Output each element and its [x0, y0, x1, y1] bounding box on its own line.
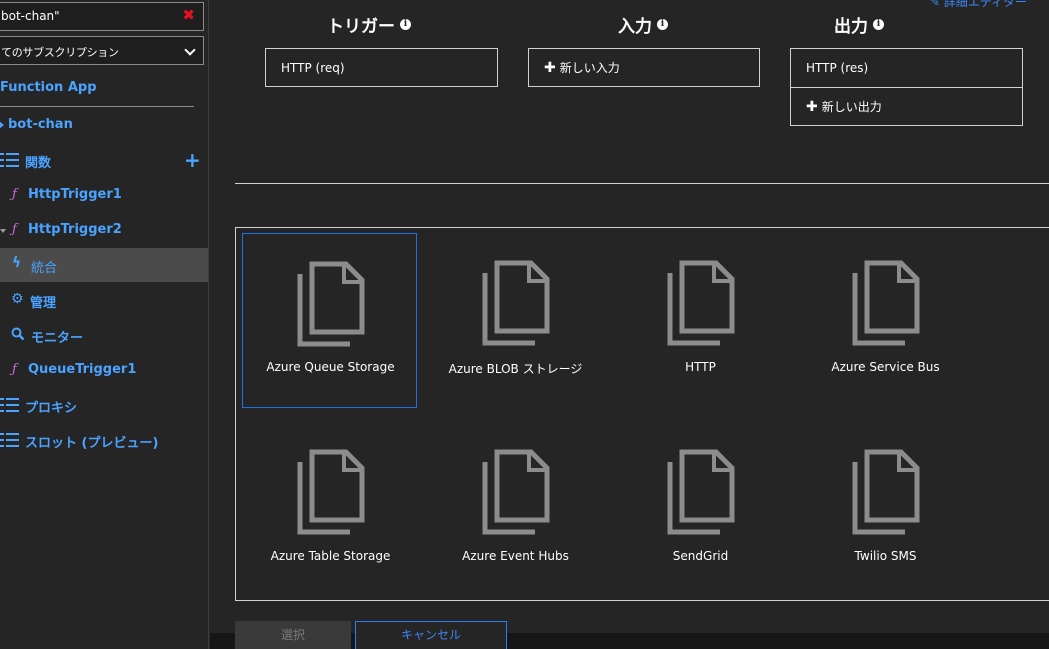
template-label: SendGrid: [672, 549, 729, 563]
new-input-button[interactable]: ✚ 新しい入力: [528, 48, 760, 87]
collapse-arrow-icon[interactable]: [0, 229, 6, 233]
function-icon: ƒ: [12, 222, 17, 237]
trigger-http-req[interactable]: HTTP (req): [265, 48, 498, 87]
sidebar-item-bot-chan[interactable]: bot-chan: [0, 108, 208, 142]
search-icon: [11, 327, 25, 345]
input-header: 入力 i: [618, 12, 668, 37]
plus-icon: ✚: [806, 98, 818, 115]
info-icon[interactable]: i: [657, 19, 668, 30]
template-label: Twilio SMS: [854, 549, 917, 563]
document-icon: [482, 260, 550, 346]
sidebar-item-label: HttpTrigger1: [28, 187, 122, 202]
document-icon: [667, 449, 735, 535]
sidebar-item-queuetrigger1[interactable]: ƒ QueueTrigger1: [0, 353, 208, 387]
info-icon[interactable]: i: [873, 19, 884, 30]
template-grid: Azure Queue Storage Azure BLOB ストレージ HTT…: [235, 227, 1049, 601]
document-icon: [852, 449, 920, 535]
trigger-header: トリガー i: [327, 12, 411, 37]
sidebar-item-manage[interactable]: ⚙ 管理: [0, 283, 208, 317]
output-header: 出力 i: [834, 12, 884, 37]
clear-search-icon[interactable]: ✖: [182, 6, 195, 24]
plus-icon: ✚: [544, 59, 556, 76]
trigger-title: トリガー: [327, 17, 395, 37]
new-output-button[interactable]: ✚ 新しい出力: [790, 87, 1023, 126]
list-icon: [0, 153, 19, 167]
sidebar-item-functions[interactable]: 関数 +: [0, 143, 208, 177]
new-output-label: 新しい出力: [821, 100, 882, 114]
cancel-button[interactable]: キャンセル: [355, 621, 507, 649]
list-icon: [0, 433, 19, 447]
template-label: Azure Event Hubs: [462, 549, 569, 563]
trigger-item-label: HTTP (req): [281, 60, 345, 75]
template-label: Azure Table Storage: [270, 549, 391, 563]
chevron-down-icon: [184, 44, 196, 56]
sidebar-item-integrate[interactable]: ϟ 統合: [0, 248, 208, 282]
divider: [0, 106, 194, 107]
document-icon: [852, 260, 920, 346]
lightning-icon: ϟ: [12, 255, 22, 271]
divider: [235, 183, 1049, 184]
output-title: 出力: [834, 17, 868, 37]
sidebar-item-monitor[interactable]: モニター: [0, 318, 208, 352]
search-input-value: bot-chan": [1, 9, 60, 23]
template-label: Azure Queue Storage: [266, 360, 395, 374]
template-azure-blob-storage[interactable]: Azure BLOB ストレージ: [428, 233, 603, 408]
new-input-label: 新しい入力: [559, 61, 620, 75]
template-twilio-sms[interactable]: Twilio SMS: [798, 422, 973, 597]
template-azure-queue-storage[interactable]: Azure Queue Storage: [242, 233, 417, 408]
template-label: Azure BLOB ストレージ: [448, 362, 583, 376]
sidebar-item-label: 管理: [30, 296, 57, 311]
advanced-editor-link[interactable]: ✎ 詳細エディター: [930, 0, 1027, 10]
template-http[interactable]: HTTP: [613, 233, 788, 408]
template-azure-table-storage[interactable]: Azure Table Storage: [243, 422, 418, 597]
sidebar-item-label: HttpTrigger2: [28, 222, 122, 237]
output-http-res[interactable]: HTTP (res): [790, 48, 1023, 88]
sidebar-item-label: bot-chan: [8, 117, 73, 132]
sidebar-item-slots[interactable]: スロット (プレビュー): [0, 423, 208, 457]
subscription-select-value: てのサブスクリプション: [1, 46, 119, 59]
sidebar: bot-chan" ✖ てのサブスクリプション Function App bot…: [0, 0, 209, 649]
integrate-panel: ✎ 詳細エディター トリガー i HTTP (req) 入力 i ✚ 新しい入力…: [210, 0, 1049, 649]
template-azure-service-bus[interactable]: Azure Service Bus: [798, 233, 973, 408]
template-label: Azure Service Bus: [831, 360, 940, 374]
add-function-icon[interactable]: +: [184, 148, 201, 172]
template-azure-event-hubs[interactable]: Azure Event Hubs: [428, 422, 603, 597]
input-title: 入力: [618, 17, 652, 37]
sidebar-item-proxies[interactable]: プロキシ: [0, 388, 208, 422]
advanced-editor-label: 詳細エディター: [943, 0, 1028, 9]
document-icon: [297, 261, 365, 347]
template-label: HTTP: [685, 360, 716, 374]
document-icon: [297, 449, 365, 535]
edit-icon: ✎: [930, 0, 941, 9]
search-input[interactable]: bot-chan" ✖: [0, 2, 204, 31]
document-icon: [667, 260, 735, 346]
gear-icon: ⚙: [11, 291, 24, 307]
function-app-section-title: Function App: [0, 80, 97, 95]
info-icon[interactable]: i: [400, 19, 411, 30]
expand-arrow-icon[interactable]: [0, 121, 4, 129]
select-button[interactable]: 選択: [235, 621, 351, 649]
subscription-select[interactable]: てのサブスクリプション: [0, 36, 204, 65]
document-icon: [482, 449, 550, 535]
function-icon: ƒ: [12, 187, 17, 202]
output-item-label: HTTP (res): [806, 61, 869, 75]
function-icon: ƒ: [12, 362, 17, 377]
sidebar-item-label: QueueTrigger1: [28, 362, 137, 377]
list-icon: [0, 398, 19, 412]
template-sendgrid[interactable]: SendGrid: [613, 422, 788, 597]
sidebar-item-label: 関数: [25, 156, 52, 171]
sidebar-item-label: 統合: [31, 261, 58, 276]
sidebar-item-label: モニター: [31, 331, 84, 346]
sidebar-item-httptrigger2[interactable]: ƒ HttpTrigger2: [0, 213, 208, 247]
sidebar-item-label: プロキシ: [25, 401, 78, 416]
sidebar-item-label: スロット (プレビュー): [25, 436, 159, 451]
sidebar-item-httptrigger1[interactable]: ƒ HttpTrigger1: [0, 178, 208, 212]
